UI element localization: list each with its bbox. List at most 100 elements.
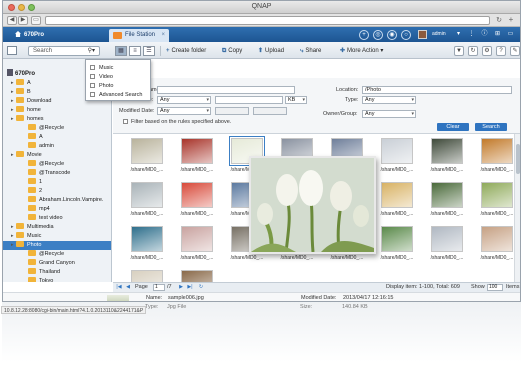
close-tab-icon[interactable]: ×: [161, 29, 165, 42]
size-value-field[interactable]: [215, 96, 283, 104]
tab-file-station[interactable]: File Station ×: [109, 29, 169, 42]
filter-icon[interactable]: ▼: [454, 46, 464, 56]
tools-icon[interactable]: ✎: [510, 46, 520, 56]
tree-item[interactable]: admin: [3, 142, 111, 151]
network-icon[interactable]: ⊞: [493, 30, 502, 39]
create-folder-button[interactable]: + Create folder: [166, 46, 206, 56]
photo-checkbox[interactable]: [90, 83, 95, 88]
next-page-icon[interactable]: ▶: [177, 284, 185, 291]
photo-thumbnail[interactable]: /share/MD0_...: [375, 226, 419, 264]
toggle-sidebar-icon[interactable]: [7, 46, 17, 55]
thumbnail-view-icon[interactable]: ▦: [115, 46, 127, 56]
photo-thumbnail[interactable]: /share/MD0_...: [175, 270, 219, 282]
photo-thumbnail[interactable]: /share/MD0_...: [475, 226, 513, 264]
advanced-search-checkbox[interactable]: [90, 92, 95, 97]
tree-item[interactable]: Abraham.Lincoln.Vampire.: [3, 196, 111, 205]
owner-group-select[interactable]: Any ▾: [362, 110, 416, 118]
grid-scrollbar[interactable]: [514, 134, 520, 282]
remote-icon[interactable]: ◉: [387, 30, 397, 40]
tree-item[interactable]: mp4: [3, 205, 111, 214]
tree-item[interactable]: @Transcode: [3, 169, 111, 178]
upload-button[interactable]: ⬆ Upload: [258, 46, 284, 56]
last-page-icon[interactable]: ▶|: [186, 284, 194, 291]
share-button[interactable]: ⤷ Share: [300, 46, 321, 56]
photo-thumbnail[interactable]: /share/MD0_...: [125, 182, 169, 220]
desktop-icon[interactable]: ▭: [506, 30, 515, 39]
first-page-icon[interactable]: |◀: [115, 284, 123, 291]
photo-thumbnail[interactable]: /share/MD0_...: [125, 226, 169, 264]
page-input[interactable]: 1: [153, 284, 165, 291]
search-app-icon[interactable]: ◎: [373, 30, 383, 40]
add-app-icon[interactable]: +: [359, 30, 369, 40]
back-icon[interactable]: ◀: [7, 16, 17, 25]
menu-item-advanced-search[interactable]: Advanced Search: [90, 91, 142, 99]
info-icon[interactable]: ⓘ: [480, 30, 489, 39]
tree-item[interactable]: Thailand: [3, 268, 111, 277]
modified-date-select[interactable]: Any ▾: [157, 107, 211, 115]
forward-icon[interactable]: ▶: [18, 16, 28, 25]
scrollbar-thumb[interactable]: [516, 144, 520, 174]
tree-item[interactable]: ▸ home: [3, 106, 111, 115]
filter-rules-checkbox[interactable]: [123, 119, 128, 124]
tree-item[interactable]: 1: [3, 178, 111, 187]
monitor-icon[interactable]: ○: [401, 30, 411, 40]
tree-item[interactable]: @Recycle: [3, 124, 111, 133]
tree-item[interactable]: ▸ Movie: [3, 151, 111, 160]
tree-item[interactable]: @Recycle: [3, 160, 111, 169]
home-tab[interactable]: 670Pro: [9, 29, 50, 41]
photo-thumbnail[interactable]: /share/MD0_...: [175, 182, 219, 220]
search-button[interactable]: Search: [475, 123, 507, 131]
location-field[interactable]: /Photo: [362, 86, 512, 94]
photo-thumbnail[interactable]: /share/MD0_...: [125, 138, 169, 176]
refresh-icon[interactable]: ↻: [197, 284, 205, 291]
photo-thumbnail[interactable]: /share/MD0_...: [375, 182, 419, 220]
photo-thumbnail[interactable]: /share/MD0_...: [175, 138, 219, 176]
avatar[interactable]: [418, 30, 427, 39]
tree-item[interactable]: A: [3, 133, 111, 142]
tree-item[interactable]: test video: [3, 214, 111, 223]
address-bar[interactable]: [45, 16, 490, 25]
tree-item[interactable]: ▸ Multimedia: [3, 223, 111, 232]
search-input[interactable]: Search ⚲▾: [28, 46, 100, 56]
date-to-field[interactable]: [253, 107, 287, 115]
size-select[interactable]: Any ▾: [157, 96, 211, 104]
chevron-down-icon[interactable]: ▾: [454, 30, 463, 39]
photo-thumbnail[interactable]: /share/MD0_...: [375, 138, 419, 176]
reload-icon[interactable]: ↻: [494, 16, 504, 25]
tree-item[interactable]: 2: [3, 187, 111, 196]
copy-button[interactable]: ⧉ Copy: [222, 46, 242, 56]
date-from-field[interactable]: [215, 107, 249, 115]
name-field[interactable]: [157, 86, 295, 94]
list-view-icon[interactable]: ≡: [129, 46, 141, 56]
filter-rules-option[interactable]: Filter based on the rules specified abov…: [123, 119, 231, 125]
photo-thumbnail[interactable]: /share/MD0_...: [475, 138, 513, 176]
menu-item-video[interactable]: Video: [90, 73, 113, 81]
items-per-page-select[interactable]: 100: [487, 284, 503, 291]
photo-thumbnail[interactable]: /share/MD0_...: [425, 138, 469, 176]
video-checkbox[interactable]: [90, 74, 95, 79]
menu-item-photo[interactable]: Photo: [90, 82, 113, 90]
tree-root[interactable]: 670Pro: [7, 69, 35, 77]
photo-thumbnail[interactable]: /share/MD0_...: [425, 182, 469, 220]
photo-thumbnail[interactable]: /share/MD0_...: [125, 270, 169, 282]
music-checkbox[interactable]: [90, 65, 95, 70]
user-menu[interactable]: admin: [432, 31, 446, 37]
new-tab-icon[interactable]: +: [506, 16, 516, 25]
menu-item-music[interactable]: Music: [90, 64, 113, 72]
more-action-button[interactable]: ✚ More Action ▾: [340, 46, 383, 56]
tree-item[interactable]: Tokyo: [3, 277, 111, 282]
tree-item[interactable]: ▸ homes: [3, 115, 111, 124]
search-icon[interactable]: ⚲▾: [88, 47, 95, 55]
photo-thumbnail[interactable]: /share/MD0_...: [425, 226, 469, 264]
type-select[interactable]: Any ▾: [362, 96, 416, 104]
tree-item[interactable]: Grand Canyon: [3, 259, 111, 268]
refresh-icon[interactable]: ↻: [468, 46, 478, 56]
settings-icon[interactable]: ⚙: [482, 46, 492, 56]
tree-item[interactable]: ▸ Photo: [3, 241, 111, 250]
clear-button[interactable]: Clear: [437, 123, 469, 131]
tree-item[interactable]: @Recycle: [3, 250, 111, 259]
photo-thumbnail[interactable]: /share/MD0_...: [475, 182, 513, 220]
tree-item[interactable]: ▸ Music: [3, 232, 111, 241]
prev-page-icon[interactable]: ◀: [124, 284, 132, 291]
bookmarks-icon[interactable]: ▭: [31, 16, 41, 25]
